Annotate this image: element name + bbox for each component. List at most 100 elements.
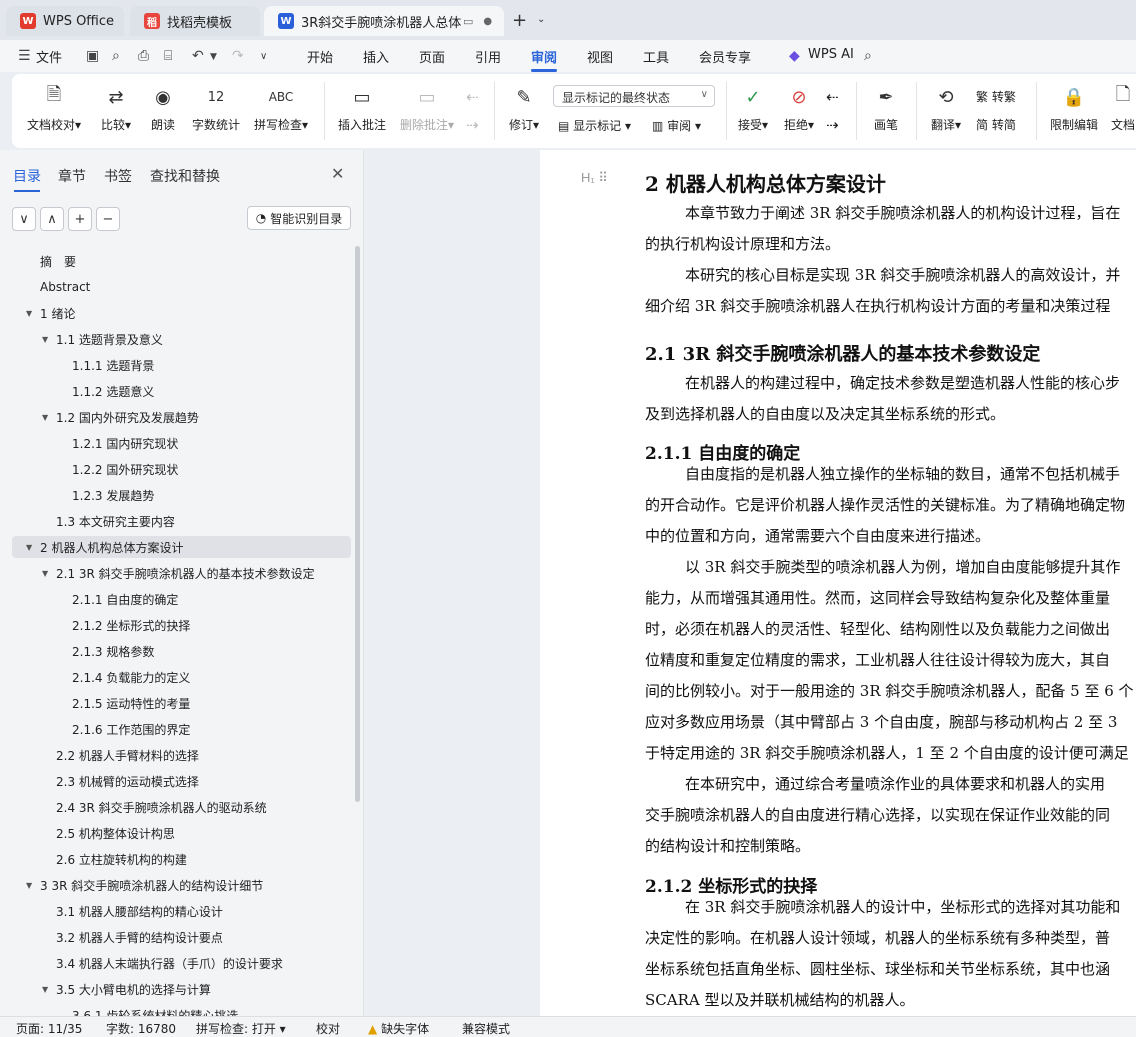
expand-toggle-icon[interactable]: ▼ <box>26 309 34 318</box>
toc-item[interactable]: 2.2 机器人手臂材料的选择 <box>42 744 199 766</box>
menu-file[interactable]: 文件 <box>36 47 62 66</box>
doc-check-button[interactable]: 🗎 文档校对▾ <box>26 84 82 133</box>
collapse-all-button[interactable]: ∨ <box>12 207 36 231</box>
menu-home[interactable]: 开始 <box>307 47 333 66</box>
toc-item[interactable]: 1.3 本文研究主要内容 <box>42 510 175 532</box>
menu-insert[interactable]: 插入 <box>363 47 389 66</box>
expand-toggle-icon[interactable]: ▼ <box>26 881 34 890</box>
expand-toggle-icon[interactable]: ▼ <box>42 335 50 344</box>
next-change-icon[interactable]: ⇢ <box>826 116 839 134</box>
tab-bookmarks[interactable]: 书签 <box>104 166 132 186</box>
insert-comment-button[interactable]: ▭ 插入批注 <box>334 84 390 133</box>
print-preview-icon[interactable]: ⌸ <box>164 48 172 64</box>
search-icon[interactable]: ⌕ <box>864 48 872 64</box>
undo-icon[interactable]: ↶ <box>192 48 204 64</box>
share-icon[interactable]: ⌕ <box>112 48 120 64</box>
tab-document[interactable]: W 3R斜交手腕喷涂机器人总体及 ▭ ● <box>264 6 504 36</box>
toc-item[interactable]: 2.1.3 规格参数 <box>58 640 154 662</box>
remove-heading-button[interactable]: − <box>96 207 120 231</box>
toc-item[interactable]: 1.1.1 选题背景 <box>58 354 154 376</box>
word-count-indicator[interactable]: 字数: 16780 <box>106 1020 176 1037</box>
toc-item[interactable]: ▼ 1 绪论 <box>26 302 75 324</box>
toc-item[interactable]: 2.6 立柱旋转机构的构建 <box>42 848 187 870</box>
proofread-status[interactable]: 校对 <box>316 1020 340 1037</box>
prev-change-icon[interactable]: ⇠ <box>826 88 839 106</box>
page-indicator[interactable]: 页面: 11/35 <box>16 1020 82 1037</box>
toc-item[interactable]: 2.1.6 工作范围的界定 <box>58 718 190 740</box>
accept-button[interactable]: ✓ 接受▾ <box>732 84 774 133</box>
review-pane-button[interactable]: ▥ 审阅 ▾ <box>652 117 701 134</box>
tab-sections[interactable]: 章节 <box>58 166 86 186</box>
menu-view[interactable]: 视图 <box>587 47 613 66</box>
translate-button[interactable]: ⟲ 翻译▾ <box>926 84 966 133</box>
menu-references[interactable]: 引用 <box>475 47 501 66</box>
toc-item[interactable]: ▼ 2.1 3R 斜交手腕喷涂机器人的基本技术参数设定 <box>42 562 315 584</box>
print-icon[interactable]: ⎙ <box>138 48 149 64</box>
expand-toggle-icon[interactable]: ▼ <box>42 985 50 994</box>
redo-icon[interactable]: ↷ <box>232 48 244 64</box>
show-markup-button[interactable]: ▤ 显示标记 ▾ <box>558 117 631 134</box>
restrict-edit-button[interactable]: 🔒 限制编辑 <box>1046 84 1102 133</box>
pen-button[interactable]: ✒ 画笔 <box>868 84 904 133</box>
toc-item[interactable]: 2.1.5 运动特性的考量 <box>58 692 190 714</box>
toc-item[interactable]: ▼ 3.5 大小臂电机的选择与计算 <box>42 978 211 1000</box>
doc-permission-button[interactable]: 🗋 文档 <box>1108 84 1136 133</box>
revise-button[interactable]: ✎ 修订▾ <box>502 84 546 133</box>
prev-comment-icon[interactable]: ⇠ <box>466 88 479 106</box>
tab-toc[interactable]: 目录 <box>13 166 41 186</box>
menu-tools[interactable]: 工具 <box>643 47 669 66</box>
toc-item[interactable]: ▼ 3 3R 斜交手腕喷涂机器人的结构设计细节 <box>26 874 263 896</box>
menu-review[interactable]: 审阅 <box>531 47 557 66</box>
delete-comment-button[interactable]: ▭ 删除批注▾ <box>396 84 458 133</box>
close-icon[interactable]: ✕ <box>331 164 344 183</box>
to-simplified-button[interactable]: 简 转简 <box>976 116 1016 133</box>
compare-button[interactable]: ⇄ 比较▾ <box>96 84 136 133</box>
new-tab-button[interactable]: + <box>512 10 527 31</box>
toc-scrollbar[interactable] <box>355 246 360 802</box>
tab-wps-office[interactable]: W WPS Office <box>6 6 124 36</box>
expand-toggle-icon[interactable]: ▼ <box>26 543 34 552</box>
toc-item[interactable]: 2.1.2 坐标形式的抉择 <box>58 614 190 636</box>
spell-check-button[interactable]: ABC 拼写检查▾ <box>250 84 312 133</box>
toc-item[interactable]: 3.6.1 齿轮系统材料的精心挑选 <box>58 1004 238 1017</box>
reject-button[interactable]: ⊘ 拒绝▾ <box>778 84 820 133</box>
tab-find-replace[interactable]: 查找和替换 <box>150 166 220 186</box>
smart-toc-button[interactable]: ◔ 智能识别目录 <box>247 206 351 230</box>
toc-item[interactable]: 1.2.1 国内研究现状 <box>58 432 178 454</box>
heading-drag-handle-icon[interactable]: H₁ ⠿ <box>581 170 608 186</box>
next-comment-icon[interactable]: ⇢ <box>466 116 479 134</box>
toc-item[interactable]: 1.2.2 国外研究现状 <box>58 458 178 480</box>
toc-item[interactable]: 1.1.2 选题意义 <box>58 380 154 402</box>
to-traditional-button[interactable]: 繁 转繁 <box>976 88 1016 105</box>
hamburger-icon[interactable]: ☰ <box>18 48 31 64</box>
toc-item[interactable]: 2.3 机械臂的运动模式选择 <box>42 770 199 792</box>
toc-item[interactable]: 3.1 机器人腰部结构的精心设计 <box>42 900 223 922</box>
menu-member[interactable]: 会员专享 <box>699 47 751 66</box>
markup-state-select[interactable]: 显示标记的最终状态 ∨ <box>553 85 715 107</box>
missing-font-status[interactable]: ▲ 缺失字体 <box>368 1020 429 1037</box>
wps-ai-icon[interactable]: ◆ <box>789 48 800 64</box>
expand-toggle-icon[interactable]: ▼ <box>42 413 50 422</box>
toc-item[interactable]: 1.2.3 发展趋势 <box>58 484 154 506</box>
expand-toggle-icon[interactable]: ▼ <box>42 569 50 578</box>
add-heading-button[interactable]: + <box>68 207 92 231</box>
tab-template[interactable]: 稻 找稻壳模板 <box>130 6 260 36</box>
toc-item[interactable]: 2.5 机构整体设计构思 <box>42 822 175 844</box>
toc-item[interactable]: 3.4 机器人末端执行器（手爪）的设计要求 <box>42 952 283 974</box>
undo-dropdown-icon[interactable]: ▼ <box>210 52 217 62</box>
spell-check-status[interactable]: 拼写检查: 打开 ▾ <box>196 1020 286 1037</box>
menu-page[interactable]: 页面 <box>419 47 445 66</box>
more-chevron-icon[interactable]: ∨ <box>260 51 267 62</box>
read-aloud-button[interactable]: ◉ 朗读 <box>146 84 180 133</box>
window-icon[interactable]: ▭ <box>463 15 473 28</box>
toc-item[interactable]: 摘 要 <box>26 250 76 272</box>
toc-item[interactable]: Abstract <box>26 276 90 298</box>
toc-item[interactable]: 2.1.4 负载能力的定义 <box>58 666 190 688</box>
toc-item[interactable]: ▼ 1.2 国内外研究及发展趋势 <box>42 406 199 428</box>
menu-wps-ai[interactable]: WPS AI <box>808 47 854 62</box>
expand-up-button[interactable]: ∧ <box>40 207 64 231</box>
tab-list-chevron-icon[interactable]: ⌄ <box>537 14 545 25</box>
toc-item[interactable]: ▼ 2 机器人机构总体方案设计 <box>12 536 351 558</box>
toc-item[interactable]: 2.1.1 自由度的确定 <box>58 588 178 610</box>
toc-item[interactable]: 2.4 3R 斜交手腕喷涂机器人的驱动系统 <box>42 796 267 818</box>
